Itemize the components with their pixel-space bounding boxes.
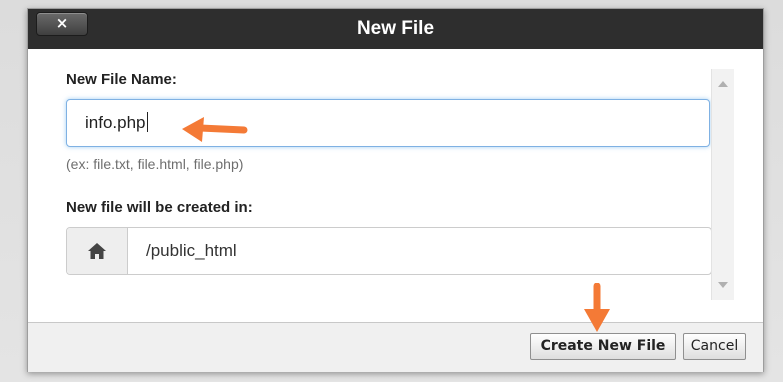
new-file-dialog: New File × New File Name: info.php (ex: … (27, 8, 764, 372)
directory-label: New file will be created in: (66, 199, 253, 216)
cancel-button[interactable]: Cancel (683, 333, 746, 360)
arrow-icon (182, 117, 248, 142)
dialog-title: New File (356, 18, 435, 39)
close-icon: × (55, 14, 69, 32)
dialog-footer: Create New File Cancel (28, 322, 763, 372)
home-addon (67, 228, 128, 274)
file-name-label: New File Name: (66, 71, 177, 88)
create-new-file-button[interactable]: Create New File (530, 333, 676, 360)
scrollbar[interactable] (711, 69, 734, 300)
close-button[interactable]: × (36, 12, 88, 36)
screenshot-background: New File × New File Name: info.php (ex: … (0, 0, 783, 382)
text-caret (146, 112, 148, 132)
scroll-up-icon[interactable] (718, 81, 728, 87)
arrow-icon (584, 283, 610, 332)
file-name-hint: (ex: file.txt, file.html, file.php) (66, 156, 244, 172)
directory-value: /public_html (146, 241, 237, 260)
home-icon (88, 243, 106, 259)
directory-field[interactable]: /public_html (66, 227, 712, 275)
scroll-down-icon[interactable] (718, 282, 728, 288)
file-name-input[interactable]: info.php (66, 99, 710, 147)
file-name-value: info.php (85, 112, 148, 132)
dialog-titlebar: New File × (28, 9, 763, 49)
